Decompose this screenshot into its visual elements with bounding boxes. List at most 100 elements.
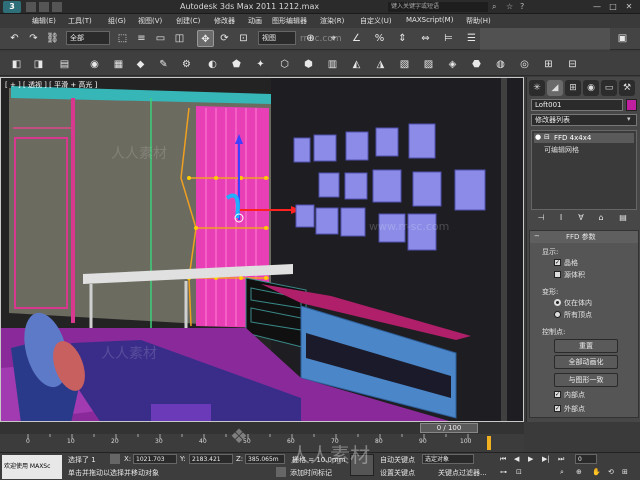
time-tag-icon[interactable] xyxy=(276,467,286,477)
menu-create[interactable]: 创建(C) xyxy=(176,16,200,26)
close-button[interactable]: ✕ xyxy=(622,1,636,13)
key-mode-toggle-icon[interactable]: ⊶ xyxy=(500,468,507,476)
key-filters-button[interactable]: 关键点过滤器... xyxy=(438,468,487,478)
help-icon[interactable]: ? xyxy=(520,2,530,12)
search-icon[interactable]: ⌕ xyxy=(492,2,502,12)
graphite-icon-12[interactable]: ⬡ xyxy=(276,56,293,73)
key-marker[interactable] xyxy=(487,436,491,450)
select-object-icon[interactable]: ⬚ xyxy=(114,30,131,47)
set-key-button[interactable]: 设置关键点 xyxy=(380,468,415,478)
animate-all-button[interactable]: 全部动画化 xyxy=(554,355,618,369)
menu-modifiers[interactable]: 修改器 xyxy=(214,16,235,26)
next-frame-icon[interactable]: ▶| xyxy=(542,455,550,463)
show-end-icon[interactable]: Ι xyxy=(555,212,567,224)
minimize-button[interactable]: — xyxy=(590,1,604,13)
graphite-icon-23[interactable]: ⊞ xyxy=(540,56,557,73)
selected-object-dropdown[interactable]: 选定对象 xyxy=(422,454,474,464)
save-file-icon[interactable] xyxy=(52,2,62,12)
perspective-viewport[interactable]: www.rr-sc.com 人人素材 人人素材 [ + ] [ 透视 ] [ 平… xyxy=(0,77,524,422)
time-slider-thumb[interactable]: 0 / 100 xyxy=(420,423,478,433)
undo-icon[interactable]: ↶ xyxy=(6,30,23,47)
pin-stack-icon[interactable]: ⊣ xyxy=(535,212,547,224)
rect-region-icon[interactable]: ▭ xyxy=(152,30,169,47)
reference-coord-dropdown[interactable]: 视图 xyxy=(258,31,296,45)
make-unique-icon[interactable]: ∀ xyxy=(575,212,587,224)
stack-item[interactable]: ● ⊟ FFD 4x4x4 xyxy=(534,133,634,143)
graphite-icon-7[interactable]: ✎ xyxy=(155,56,172,73)
rollout-header[interactable]: − FFD 参数 xyxy=(530,231,638,243)
spinner-snap-icon[interactable]: ⇕ xyxy=(394,30,411,47)
remove-modifier-icon[interactable]: ⌂ xyxy=(595,212,607,224)
search-input[interactable]: 键入关键字或短语 xyxy=(388,2,488,12)
auto-key-button[interactable]: 自动关键点 xyxy=(380,455,415,465)
maximize-button[interactable]: □ xyxy=(606,1,620,13)
lock-selection-icon[interactable] xyxy=(110,454,120,464)
graphite-icon-10[interactable]: ⬟ xyxy=(228,56,245,73)
graphite-icon-17[interactable]: ▧ xyxy=(396,56,413,73)
align-icon[interactable]: ⊨ xyxy=(440,30,457,47)
go-to-end-icon[interactable]: ⏭ xyxy=(558,455,564,464)
inside-points-checkbox[interactable]: ✓ xyxy=(554,391,561,398)
graphite-icon-13[interactable]: ⬢ xyxy=(300,56,317,73)
star-icon[interactable]: ☆ xyxy=(506,2,516,12)
current-frame-field[interactable]: 0 xyxy=(575,454,597,464)
outside-points-checkbox[interactable]: ✓ xyxy=(554,405,561,412)
expand-icon[interactable]: ⊟ xyxy=(544,133,550,141)
selection-filter-dropdown[interactable]: 全部 xyxy=(66,31,110,45)
window-crossing-icon[interactable]: ◫ xyxy=(171,30,188,47)
menu-customize[interactable]: 自定义(U) xyxy=(360,16,392,26)
open-file-icon[interactable] xyxy=(39,2,49,12)
select-by-name-icon[interactable]: ≡ xyxy=(133,30,150,47)
layer-icon[interactable]: ☰ xyxy=(463,30,480,47)
maximize-viewport-icon[interactable]: ⊞ xyxy=(622,468,628,476)
menu-views[interactable]: 视图(V) xyxy=(138,16,162,26)
graphite-icon-20[interactable]: ⬣ xyxy=(468,56,485,73)
graphite-icon-22[interactable]: ◎ xyxy=(516,56,533,73)
play-icon[interactable]: ▶ xyxy=(528,455,533,463)
mirror-icon[interactable]: ⇔ xyxy=(417,30,434,47)
motion-tab-icon[interactable]: ◉ xyxy=(583,80,599,96)
menu-help[interactable]: 帮助(H) xyxy=(466,16,491,26)
lattice-checkbox[interactable]: ✓ xyxy=(554,259,561,266)
graphite-icon-9[interactable]: ◐ xyxy=(204,56,221,73)
graphite-icon-18[interactable]: ▨ xyxy=(420,56,437,73)
rotate-icon[interactable]: ⟳ xyxy=(216,30,233,47)
go-to-start-icon[interactable]: ⏮ xyxy=(500,455,506,464)
only-in-volume-radio[interactable] xyxy=(554,299,561,306)
modify-tab-icon[interactable]: ◢ xyxy=(547,80,563,96)
menu-group[interactable]: 组(G) xyxy=(108,16,126,26)
zoom-all-icon[interactable]: ⊕ xyxy=(576,468,582,476)
pan-icon[interactable]: ✋ xyxy=(592,468,601,476)
modifier-list-dropdown[interactable]: 修改器列表 xyxy=(531,114,637,126)
graphite-icon-19[interactable]: ◈ xyxy=(444,56,461,73)
y-coordinate-field[interactable]: 2183.421 xyxy=(189,454,233,464)
graphite-icon-1[interactable]: ◧ xyxy=(8,56,25,73)
utilities-tab-icon[interactable]: ⚒ xyxy=(619,80,635,96)
all-vertices-radio[interactable] xyxy=(554,311,561,318)
configure-sets-icon[interactable]: ▤ xyxy=(617,212,629,224)
menu-maxscript[interactable]: MAXScript(M) xyxy=(406,16,453,24)
add-time-tag[interactable]: 添加时间标记 xyxy=(290,468,332,478)
menu-rendering[interactable]: 渲染(R) xyxy=(320,16,344,26)
x-coordinate-field[interactable]: 1021.703 xyxy=(133,454,177,464)
prev-frame-icon[interactable]: ◀ xyxy=(514,455,519,463)
object-name-field[interactable]: Loft001 xyxy=(531,99,623,111)
graphite-icon-14[interactable]: ▥ xyxy=(324,56,341,73)
hierarchy-tab-icon[interactable]: ⊞ xyxy=(565,80,581,96)
lightbulb-icon[interactable]: ● xyxy=(535,133,541,141)
menu-graph-editors[interactable]: 图形编辑器 xyxy=(272,16,307,26)
graphite-icon-16[interactable]: ◮ xyxy=(372,56,389,73)
graphite-icon-21[interactable]: ◍ xyxy=(492,56,509,73)
maxscript-listener[interactable]: 欢迎使用 MAXSc xyxy=(2,455,62,479)
render-icon[interactable]: ▣ xyxy=(614,30,631,47)
graphite-icon-6[interactable]: ◆ xyxy=(132,56,149,73)
z-coordinate-field[interactable]: 385.065m xyxy=(245,454,285,464)
app-logo-icon[interactable]: 3 xyxy=(3,1,21,13)
create-tab-icon[interactable]: ✳ xyxy=(529,80,545,96)
angle-snap-icon[interactable]: ∠ xyxy=(348,30,365,47)
redo-icon[interactable]: ↷ xyxy=(25,30,42,47)
graphite-icon-24[interactable]: ⊟ xyxy=(564,56,581,73)
reset-button[interactable]: 重置 xyxy=(554,339,618,353)
graphite-icon-15[interactable]: ◭ xyxy=(348,56,365,73)
graphite-icon-4[interactable]: ◉ xyxy=(86,56,103,73)
